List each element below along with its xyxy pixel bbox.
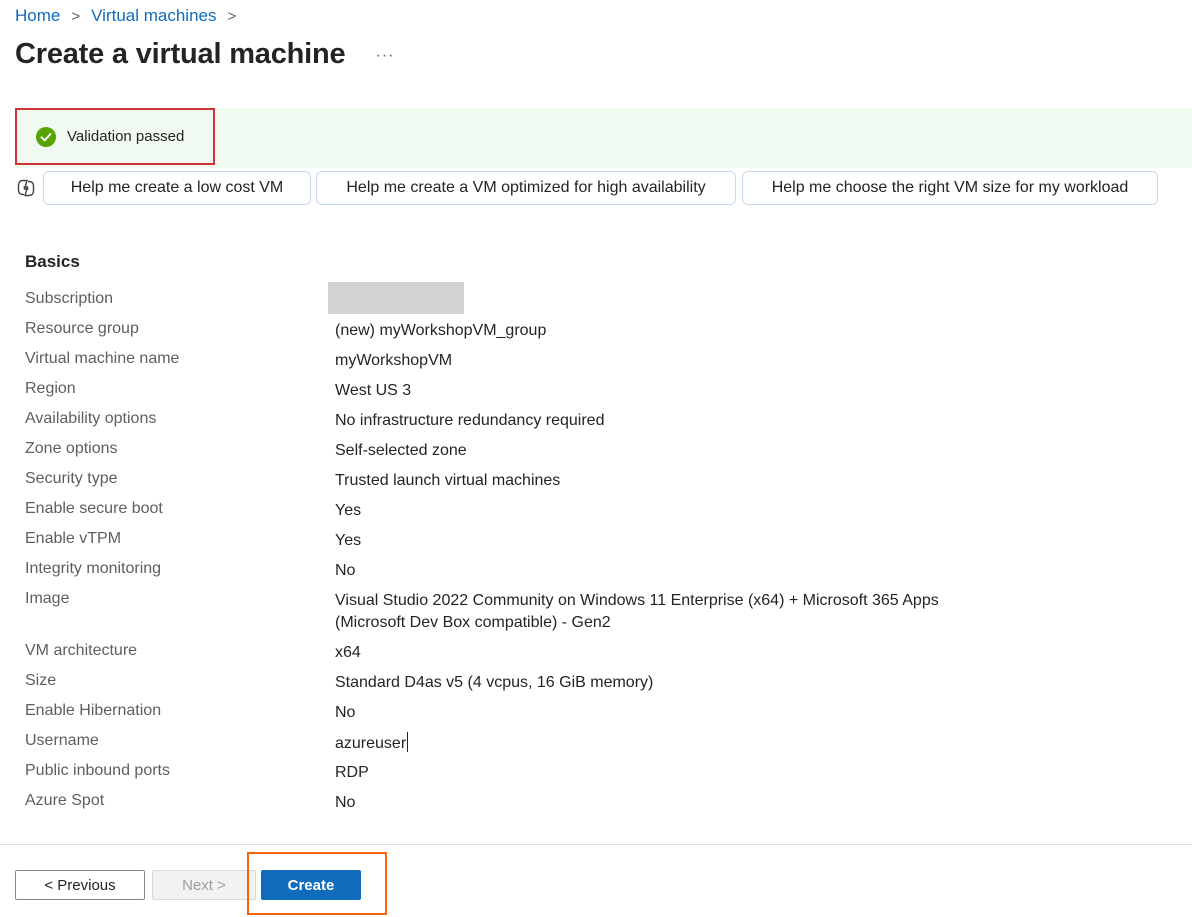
row-value: West US 3 [335,382,412,399]
row-label: VM architecture [25,642,138,659]
page: Home > Virtual machines > Create a virtu… [0,0,1192,917]
row-value: myWorkshopVM [335,352,453,369]
row-label: Subscription [25,290,114,307]
row-label: Availability options [25,410,157,427]
chevron-right-icon: > [71,7,81,25]
row-label: Image [25,590,70,607]
row-label: Zone options [25,440,118,457]
footer-divider [0,844,1192,845]
row-label: Enable Hibernation [25,702,162,719]
image-value-line-1: Visual Studio 2022 Community on Windows … [335,592,939,609]
suggestion-high-availability-button[interactable]: Help me create a VM optimized for high a… [316,171,736,205]
success-check-icon [36,126,56,147]
row-value: Visual Studio 2022 Community on Windows … [335,590,939,634]
image-value-line-2: (Microsoft Dev Box compatible) - Gen2 [335,614,611,631]
create-button[interactable]: Create [261,870,361,900]
validation-text: Validation passed [67,128,185,145]
breadcrumb-virtual-machines[interactable]: Virtual machines [91,6,216,26]
row-label: Username [25,732,99,749]
page-title: Create a virtual machine [15,38,346,70]
chevron-right-icon: > [227,7,237,25]
row-label: Integrity monitoring [25,560,162,577]
previous-button[interactable]: < Previous [15,870,145,900]
row-label: Enable secure boot [25,500,163,517]
row-value: azureuser [335,732,409,755]
row-value: Standard D4as v5 (4 vcpus, 16 GiB memory… [335,674,654,691]
row-value: Yes [335,532,362,549]
suggestion-low-cost-vm-button[interactable]: Help me create a low cost VM [43,171,311,205]
row-value: No [335,562,356,579]
row-label: Resource group [25,320,139,337]
username-value: azureuser [335,735,407,752]
more-options-button[interactable]: ··· [375,47,394,65]
breadcrumb-home[interactable]: Home [15,6,60,26]
text-caret [407,732,409,752]
row-value: Yes [335,502,362,519]
row-value: No [335,794,356,811]
row-value: No infrastructure redundancy required [335,412,605,429]
row-value: RDP [335,764,369,781]
row-label: Azure Spot [25,792,105,809]
row-label: Size [25,672,57,689]
row-value: Trusted launch virtual machines [335,472,561,489]
row-label: Enable vTPM [25,530,122,547]
row-label: Public inbound ports [25,762,170,779]
row-label: Region [25,380,76,397]
copilot-icon [16,178,36,198]
breadcrumb: Home > Virtual machines > [15,6,247,26]
row-label: Virtual machine name [25,350,180,367]
suggestion-vm-size-button[interactable]: Help me choose the right VM size for my … [742,171,1158,205]
row-value: x64 [335,644,361,661]
row-label: Security type [25,470,118,487]
row-value: Self-selected zone [335,442,467,459]
row-value: (new) myWorkshopVM_group [335,322,547,339]
section-title-basics: Basics [25,252,80,271]
redacted-subscription-value [328,282,464,314]
next-button[interactable]: Next > [152,870,256,900]
title-row: Create a virtual machine ··· [15,38,394,71]
validation-status: Validation passed [15,108,215,165]
row-value: No [335,704,356,721]
